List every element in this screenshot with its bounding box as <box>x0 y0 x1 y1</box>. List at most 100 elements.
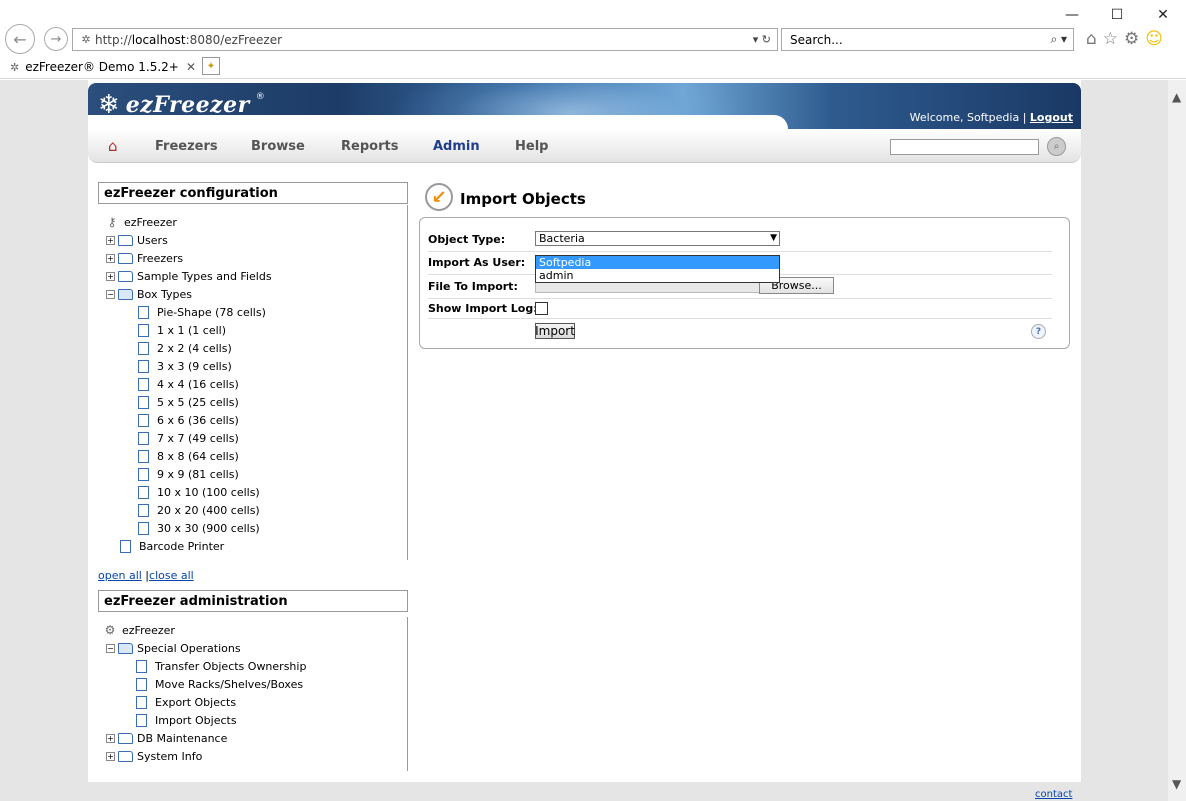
tree-node-barcode-printer[interactable]: Barcode Printer <box>120 537 224 555</box>
new-tab-button[interactable]: ✦ <box>202 57 220 75</box>
nav-browse[interactable]: Browse <box>251 139 305 154</box>
node-label: Freezers <box>137 251 184 265</box>
file-to-import-label: File To Import: <box>428 280 518 293</box>
address-host: localhost <box>131 32 186 47</box>
page-icon <box>136 695 147 709</box>
box-type-item[interactable]: 30 x 30 (900 cells) <box>138 519 260 537</box>
app-page: ❄ ezFreezer ® Welcome, Softpedia | Logou… <box>88 80 1081 801</box>
user-option[interactable]: admin <box>536 269 779 282</box>
user-dropdown-list[interactable]: Softpedia admin <box>535 255 780 283</box>
scroll-up-icon[interactable]: ▲ <box>1172 90 1181 104</box>
tree-node-users[interactable]: + Users <box>106 231 168 249</box>
nav-help[interactable]: Help <box>515 139 548 154</box>
box-type-item[interactable]: 8 x 8 (64 cells) <box>138 447 239 465</box>
back-button[interactable]: ← <box>5 24 35 54</box>
box-type-item[interactable]: 4 x 4 (16 cells) <box>138 375 239 393</box>
help-icon[interactable]: ? <box>1031 324 1046 339</box>
page-title: Import Objects <box>460 190 586 208</box>
box-type-item[interactable]: 1 x 1 (1 cell) <box>138 321 226 339</box>
home-icon[interactable]: ⌂ <box>1086 29 1097 49</box>
refresh-icon[interactable]: ▾ ↻ <box>753 33 771 46</box>
tree-node-sample-types[interactable]: + Sample Types and Fields <box>106 267 272 285</box>
box-type-item[interactable]: 6 x 6 (36 cells) <box>138 411 239 429</box>
search-icon[interactable]: ⌕ ▾ <box>1050 32 1067 47</box>
node-label: Pie-Shape (78 cells) <box>157 305 266 319</box>
address-rest: :8080/ezFreezer <box>185 32 283 47</box>
node-label: Barcode Printer <box>139 539 225 553</box>
expand-icon[interactable]: + <box>106 751 115 761</box>
box-type-item[interactable]: 10 x 10 (100 cells) <box>138 483 260 501</box>
tree-node-system-info[interactable]: + System Info <box>106 747 202 765</box>
root-label: ezFreezer <box>124 215 177 229</box>
browser-tab[interactable]: ✲ ezFreezer® Demo 1.5.2+ ✕ <box>4 56 200 78</box>
favorites-star-icon[interactable]: ☆ <box>1103 29 1118 49</box>
box-type-item[interactable]: Pie-Shape (78 cells) <box>138 303 266 321</box>
admin-op-item[interactable]: Transfer Objects Ownership <box>136 657 306 675</box>
node-label: 30 x 30 (900 cells) <box>157 521 260 535</box>
collapse-icon[interactable]: − <box>106 289 115 299</box>
tree-links: open all |close all <box>98 569 194 582</box>
page-icon <box>138 431 149 445</box>
show-import-log-checkbox[interactable] <box>535 302 548 315</box>
box-type-item[interactable]: 9 x 9 (81 cells) <box>138 465 239 483</box>
divider <box>428 251 1052 252</box>
tree-node-freezers[interactable]: + Freezers <box>106 249 183 267</box>
open-folder-icon <box>118 642 133 654</box>
box-type-item[interactable]: 20 x 20 (400 cells) <box>138 501 260 519</box>
smiley-feedback-icon[interactable]: ☺ <box>1145 29 1163 49</box>
user-option[interactable]: Softpedia <box>536 256 779 269</box>
nav-admin[interactable]: Admin <box>433 139 480 154</box>
node-label: Import Objects <box>155 713 237 727</box>
page-icon <box>138 449 149 463</box>
admin-op-item[interactable]: Export Objects <box>136 693 236 711</box>
main-nav: ⌂ Freezers Browse Reports Admin Help ⌕ <box>88 129 1081 163</box>
logout-link[interactable]: Logout <box>1030 111 1073 124</box>
admin-tree-root[interactable]: ⚙ ezFreezer <box>104 621 175 639</box>
tree-node-db-maintenance[interactable]: + DB Maintenance <box>106 729 227 747</box>
minimize-button[interactable]: — <box>1049 2 1095 28</box>
browser-search-input[interactable]: Search... ⌕ ▾ <box>781 28 1074 51</box>
open-all-link[interactable]: open all <box>98 569 142 582</box>
page-icon <box>138 359 149 373</box>
admin-tree: ⚙ ezFreezer − Special Operations Transfer … <box>98 617 408 771</box>
close-all-link[interactable]: close all <box>149 569 194 582</box>
scroll-down-icon[interactable]: ▼ <box>1172 777 1181 791</box>
box-type-item[interactable]: 2 x 2 (4 cells) <box>138 339 232 357</box>
tree-node-box-types[interactable]: − Box Types <box>106 285 192 303</box>
node-label: Box Types <box>137 287 192 301</box>
forward-arrow-icon: → <box>50 31 62 47</box>
admin-op-item[interactable]: Move Racks/Shelves/Boxes <box>136 675 303 693</box>
box-type-item[interactable]: 7 x 7 (49 cells) <box>138 429 239 447</box>
admin-op-item[interactable]: Import Objects <box>136 711 237 729</box>
maximize-button[interactable]: ☐ <box>1094 2 1140 28</box>
box-type-item[interactable]: 5 x 5 (25 cells) <box>138 393 239 411</box>
settings-gear-icon[interactable]: ⚙ <box>1124 29 1139 49</box>
divider <box>428 298 1052 299</box>
expand-icon[interactable]: + <box>106 253 115 263</box>
show-import-log-label: Show Import Log: <box>428 302 538 315</box>
expand-icon[interactable]: + <box>106 271 115 281</box>
home-nav-icon[interactable]: ⌂ <box>108 137 126 155</box>
contact-us-link[interactable]: contact us <box>1035 789 1081 801</box>
nav-search-input[interactable] <box>890 139 1039 155</box>
close-window-button[interactable]: ✕ <box>1140 2 1186 28</box>
tree-node-special-operations[interactable]: − Special Operations <box>106 639 241 657</box>
nav-freezers[interactable]: Freezers <box>155 139 218 154</box>
address-bar[interactable]: ✲ http://localhost:8080/ezFreezer ▾ ↻ <box>72 28 778 51</box>
expand-icon[interactable]: + <box>106 235 115 245</box>
object-type-label: Object Type: <box>428 233 506 246</box>
nav-reports[interactable]: Reports <box>341 139 398 154</box>
page-icon <box>138 323 149 337</box>
forward-button[interactable]: → <box>44 27 68 51</box>
tree-root[interactable]: ⚷ ezFreezer <box>106 213 177 231</box>
import-button[interactable]: Import <box>535 323 575 339</box>
object-type-select[interactable]: Bacteria ▼ <box>535 231 780 246</box>
node-label: 10 x 10 (100 cells) <box>157 485 260 499</box>
header-banner: ❄ ezFreezer ® Welcome, Softpedia | Logou… <box>88 83 1081 129</box>
vertical-scrollbar[interactable]: ▲ ▼ <box>1168 80 1186 801</box>
collapse-icon[interactable]: − <box>106 643 115 653</box>
close-tab-icon[interactable]: ✕ <box>186 60 196 74</box>
expand-icon[interactable]: + <box>106 733 115 743</box>
box-type-item[interactable]: 3 x 3 (9 cells) <box>138 357 232 375</box>
nav-search-go-icon[interactable]: ⌕ <box>1047 137 1066 156</box>
